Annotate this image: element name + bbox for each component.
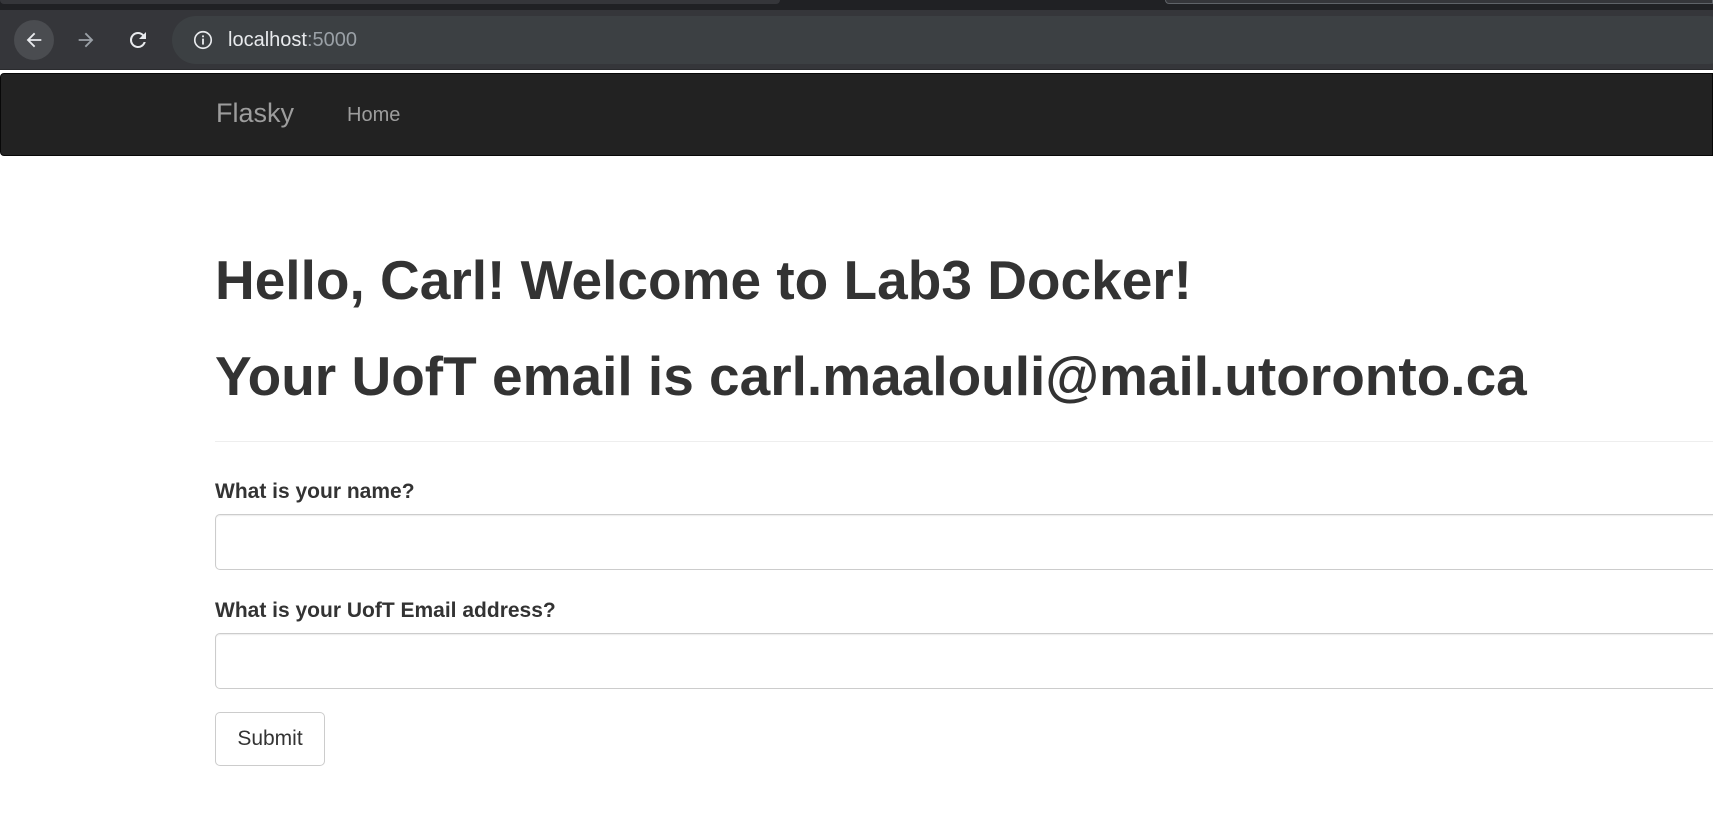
- nav-item-home[interactable]: Home: [347, 105, 400, 125]
- header-divider: [215, 441, 1713, 442]
- browser-toolbar: localhost:5000: [0, 10, 1713, 70]
- url-host: localhost: [228, 28, 307, 51]
- reload-button[interactable]: [118, 20, 158, 60]
- address-bar[interactable]: localhost:5000: [172, 16, 1713, 64]
- browser-tab[interactable]: [1165, 0, 1713, 4]
- email-input[interactable]: [215, 633, 1713, 689]
- back-arrow-icon: [26, 32, 42, 48]
- reload-icon: [129, 31, 146, 48]
- email-label: What is your UofT Email address?: [215, 599, 556, 622]
- submit-button[interactable]: Submit: [215, 712, 325, 766]
- name-label: What is your name?: [215, 480, 415, 503]
- navbar-brand[interactable]: Flasky: [216, 100, 294, 127]
- info-icon[interactable]: [192, 29, 214, 51]
- url-text[interactable]: localhost:5000: [228, 29, 357, 52]
- browser-tab-strip: [0, 0, 1713, 10]
- browser-tab[interactable]: [0, 0, 780, 4]
- name-input[interactable]: [215, 514, 1713, 570]
- back-button[interactable]: [14, 20, 54, 60]
- site-navbar: Flasky Home: [0, 73, 1713, 156]
- forward-arrow-icon: [78, 32, 94, 48]
- email-heading: Your UofT email is carl.maalouli@mail.ut…: [215, 345, 1527, 407]
- forward-button[interactable]: [66, 20, 106, 60]
- greeting-heading: Hello, Carl! Welcome to Lab3 Docker!: [215, 249, 1193, 311]
- url-port: :5000: [306, 28, 357, 51]
